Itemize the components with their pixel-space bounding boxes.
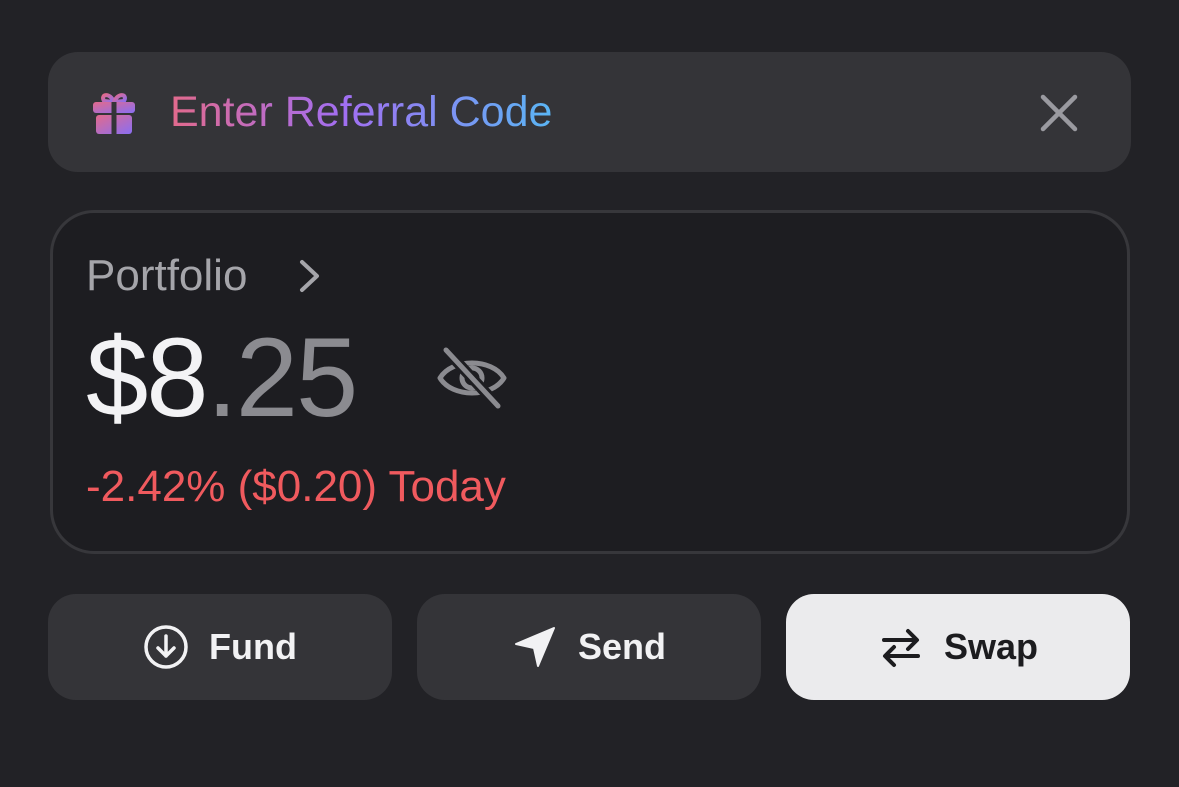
eye-off-icon[interactable] <box>434 340 510 416</box>
download-circle-icon <box>144 625 188 669</box>
portfolio-link[interactable]: Portfolio <box>86 248 323 304</box>
gift-icon <box>93 93 135 134</box>
close-icon[interactable] <box>1038 92 1080 134</box>
send-icon <box>514 627 555 667</box>
send-button[interactable]: Send <box>417 594 761 700</box>
referral-label[interactable]: Enter Referral Code <box>170 86 552 138</box>
swap-icon <box>881 629 920 667</box>
fund-button[interactable]: Fund <box>48 594 392 700</box>
fund-button-label: Fund <box>209 626 297 667</box>
swap-button-label: Swap <box>943 626 1039 667</box>
send-button-label: Send <box>577 626 666 667</box>
daily-change: -2.42% ($0.20) Today <box>86 462 506 511</box>
portfolio-balance: $8.25 <box>86 315 359 440</box>
swap-button[interactable]: Swap <box>786 594 1130 700</box>
balance-integer: $8 <box>86 315 209 440</box>
portfolio-label: Portfolio <box>86 251 248 300</box>
balance-decimal: .25 <box>206 315 359 440</box>
chevron-right-icon <box>300 260 320 292</box>
